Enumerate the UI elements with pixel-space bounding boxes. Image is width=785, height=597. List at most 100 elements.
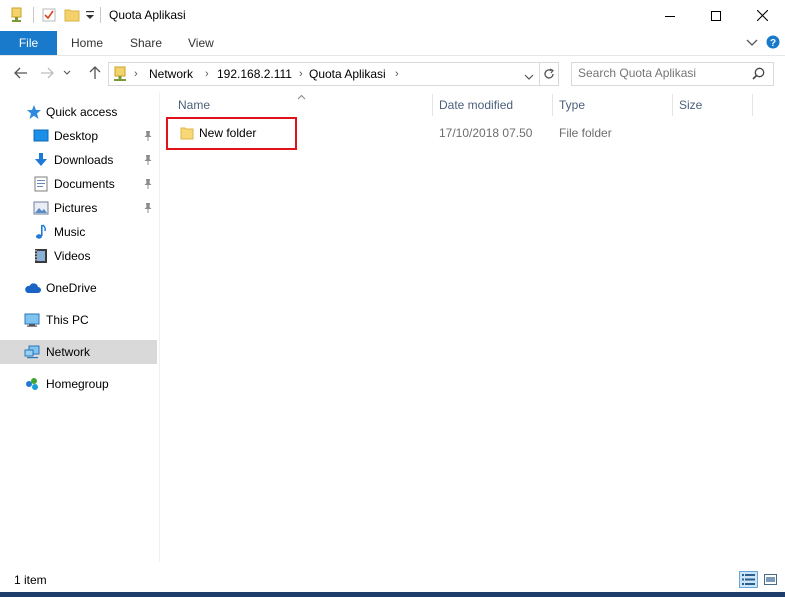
homegroup-icon <box>24 376 40 392</box>
maximize-icon <box>711 10 721 21</box>
music-note-icon <box>33 224 49 240</box>
nav-pictures[interactable]: Pictures <box>0 196 157 220</box>
search-input[interactable] <box>578 65 748 81</box>
back-arrow-icon <box>14 67 27 79</box>
pin-icon[interactable] <box>143 130 153 142</box>
nav-homegroup[interactable]: Homegroup <box>0 372 157 396</box>
nav-label: Documents <box>54 177 115 191</box>
forward-arrow-icon <box>41 67 54 79</box>
computer-icon <box>24 312 40 328</box>
nav-label: Network <box>46 345 91 359</box>
column-header-date-modified[interactable]: Date modified <box>439 94 513 116</box>
nav-label: Videos <box>54 249 91 263</box>
title-separator <box>100 7 101 23</box>
chevron-down-icon <box>746 39 758 46</box>
close-icon <box>756 10 768 21</box>
file-date-modified: 17/10/2018 07.50 <box>439 126 533 140</box>
column-header-name[interactable]: Name <box>178 94 210 116</box>
breadcrumb-separator-icon[interactable]: › <box>205 63 209 85</box>
breadcrumb-quota-aplikasi[interactable]: Quota Aplikasi <box>309 63 386 85</box>
search-box[interactable] <box>571 62 774 86</box>
refresh-icon <box>543 68 554 79</box>
title-bar: Quota Aplikasi <box>0 0 785 31</box>
large-icons-view-button[interactable] <box>762 571 779 588</box>
column-divider[interactable] <box>752 94 753 116</box>
column-divider[interactable] <box>432 94 433 116</box>
address-bar[interactable]: › Network › 192.168.2.111 › Quota Aplika… <box>108 62 540 86</box>
help-icon: ? <box>766 35 780 49</box>
maximize-button[interactable] <box>693 0 739 31</box>
expand-ribbon-button[interactable] <box>746 37 758 51</box>
chevron-down-icon <box>524 74 534 80</box>
nav-onedrive[interactable]: OneDrive <box>0 276 157 300</box>
refresh-button[interactable] <box>539 62 559 86</box>
customize-qat-dropdown-icon[interactable] <box>85 9 95 24</box>
cloud-icon <box>24 280 41 296</box>
window-border <box>0 592 785 597</box>
back-button[interactable] <box>10 62 32 84</box>
videos-icon <box>33 248 49 264</box>
breadcrumb-separator-icon[interactable]: › <box>299 63 303 85</box>
pin-icon[interactable] <box>143 178 153 190</box>
nav-videos[interactable]: Videos <box>0 244 157 268</box>
tab-share[interactable]: Share <box>130 31 162 55</box>
nav-downloads[interactable]: Downloads <box>0 148 157 172</box>
nav-label: Quick access <box>46 105 118 119</box>
column-header-type[interactable]: Type <box>559 94 585 116</box>
large-icons-view-icon <box>764 574 777 585</box>
details-view-icon <box>742 574 755 585</box>
navigation-pane: Quick access Desktop Downloads Documents <box>0 92 158 570</box>
nav-desktop[interactable]: Desktop <box>0 124 157 148</box>
column-divider[interactable] <box>552 94 553 116</box>
nav-label: OneDrive <box>46 281 97 295</box>
nav-label: Homegroup <box>46 377 109 391</box>
up-button[interactable] <box>84 62 106 84</box>
checkmark-icon[interactable] <box>42 7 56 23</box>
minimize-icon <box>665 15 675 17</box>
close-button[interactable] <box>739 0 785 31</box>
status-bar: 1 item <box>0 570 785 592</box>
details-view-button[interactable] <box>739 571 758 588</box>
file-list <box>160 92 785 570</box>
breadcrumb-host[interactable]: 192.168.2.111 <box>217 63 292 85</box>
tab-file[interactable]: File <box>0 31 57 55</box>
nav-network[interactable]: Network <box>0 340 157 364</box>
highlight-annotation-box <box>166 117 297 150</box>
breadcrumb-separator-icon[interactable]: › <box>395 63 399 85</box>
item-count: 1 item <box>14 573 47 587</box>
nav-label: Pictures <box>54 201 98 215</box>
address-history-dropdown[interactable] <box>524 70 534 84</box>
download-arrow-icon <box>33 152 49 168</box>
star-icon <box>26 104 42 120</box>
properties-icon[interactable] <box>10 7 24 23</box>
breadcrumb-network[interactable]: Network <box>149 63 193 85</box>
nav-quick-access[interactable]: Quick access <box>0 100 157 124</box>
tab-home[interactable]: Home <box>71 31 103 55</box>
pin-icon[interactable] <box>143 202 153 214</box>
nav-label: Music <box>54 225 86 239</box>
window-title: Quota Aplikasi <box>109 8 186 22</box>
nav-documents[interactable]: Documents <box>0 172 157 196</box>
pin-icon[interactable] <box>143 154 153 166</box>
new-folder-icon[interactable] <box>64 7 80 23</box>
file-type: File folder <box>559 126 612 140</box>
tab-view[interactable]: View <box>188 31 214 55</box>
search-icon[interactable] <box>752 67 765 83</box>
nav-label: Desktop <box>54 129 99 143</box>
nav-label: Downloads <box>54 153 114 167</box>
recent-locations-button[interactable] <box>60 62 74 84</box>
pictures-icon <box>33 200 49 216</box>
forward-button[interactable] <box>36 62 58 84</box>
help-button[interactable]: ? <box>766 35 780 52</box>
column-header-size[interactable]: Size <box>679 94 702 116</box>
minimize-button[interactable] <box>647 0 693 31</box>
network-icon <box>24 344 40 360</box>
desktop-icon <box>33 128 49 144</box>
up-arrow-icon <box>89 66 101 79</box>
ribbon-bar <box>0 31 785 56</box>
nav-music[interactable]: Music <box>0 220 157 244</box>
column-divider[interactable] <box>672 94 673 116</box>
breadcrumb-separator-icon[interactable]: › <box>134 63 138 85</box>
network-location-icon <box>113 66 127 85</box>
nav-this-pc[interactable]: This PC <box>0 308 157 332</box>
